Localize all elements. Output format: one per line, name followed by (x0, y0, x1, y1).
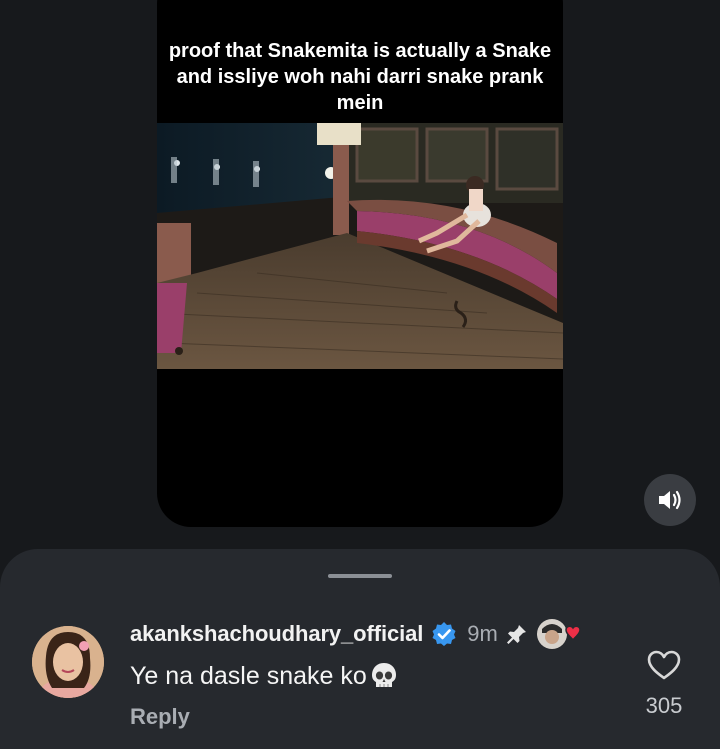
pin-icon (506, 625, 526, 644)
creator-liked-indicator (536, 617, 584, 651)
video-caption: proof that Snakemita is actually a Snake… (168, 40, 552, 114)
comment-header: akankshachoudhary_official 9m (130, 619, 584, 649)
reply-button[interactable]: Reply (130, 704, 190, 730)
creator-avatar-heart-icon (536, 619, 581, 649)
speaker-icon (659, 490, 681, 510)
video-player[interactable]: proof that Snakemita is actually a Snake… (157, 0, 563, 527)
skull-emoji-icon (371, 663, 396, 687)
comment-time: 9m (467, 621, 498, 646)
sheet-drag-handle[interactable] (328, 574, 392, 578)
comment-username[interactable]: akankshachoudhary_official (130, 621, 423, 647)
comments-sheet[interactable]: akankshachoudhary_official 9m Ye na dasl… (0, 549, 720, 749)
like-button[interactable] (646, 649, 682, 681)
avatar[interactable] (32, 626, 104, 698)
verified-badge-icon (432, 622, 456, 646)
comment-body: Ye na dasle snake ko (130, 661, 399, 691)
heart-icon (647, 650, 681, 680)
comment-text: Ye na dasle snake ko (130, 661, 367, 690)
video-frame[interactable] (157, 123, 563, 369)
video-scene (157, 123, 563, 369)
sound-toggle-button[interactable] (644, 474, 696, 526)
like-count: 305 (645, 693, 683, 718)
